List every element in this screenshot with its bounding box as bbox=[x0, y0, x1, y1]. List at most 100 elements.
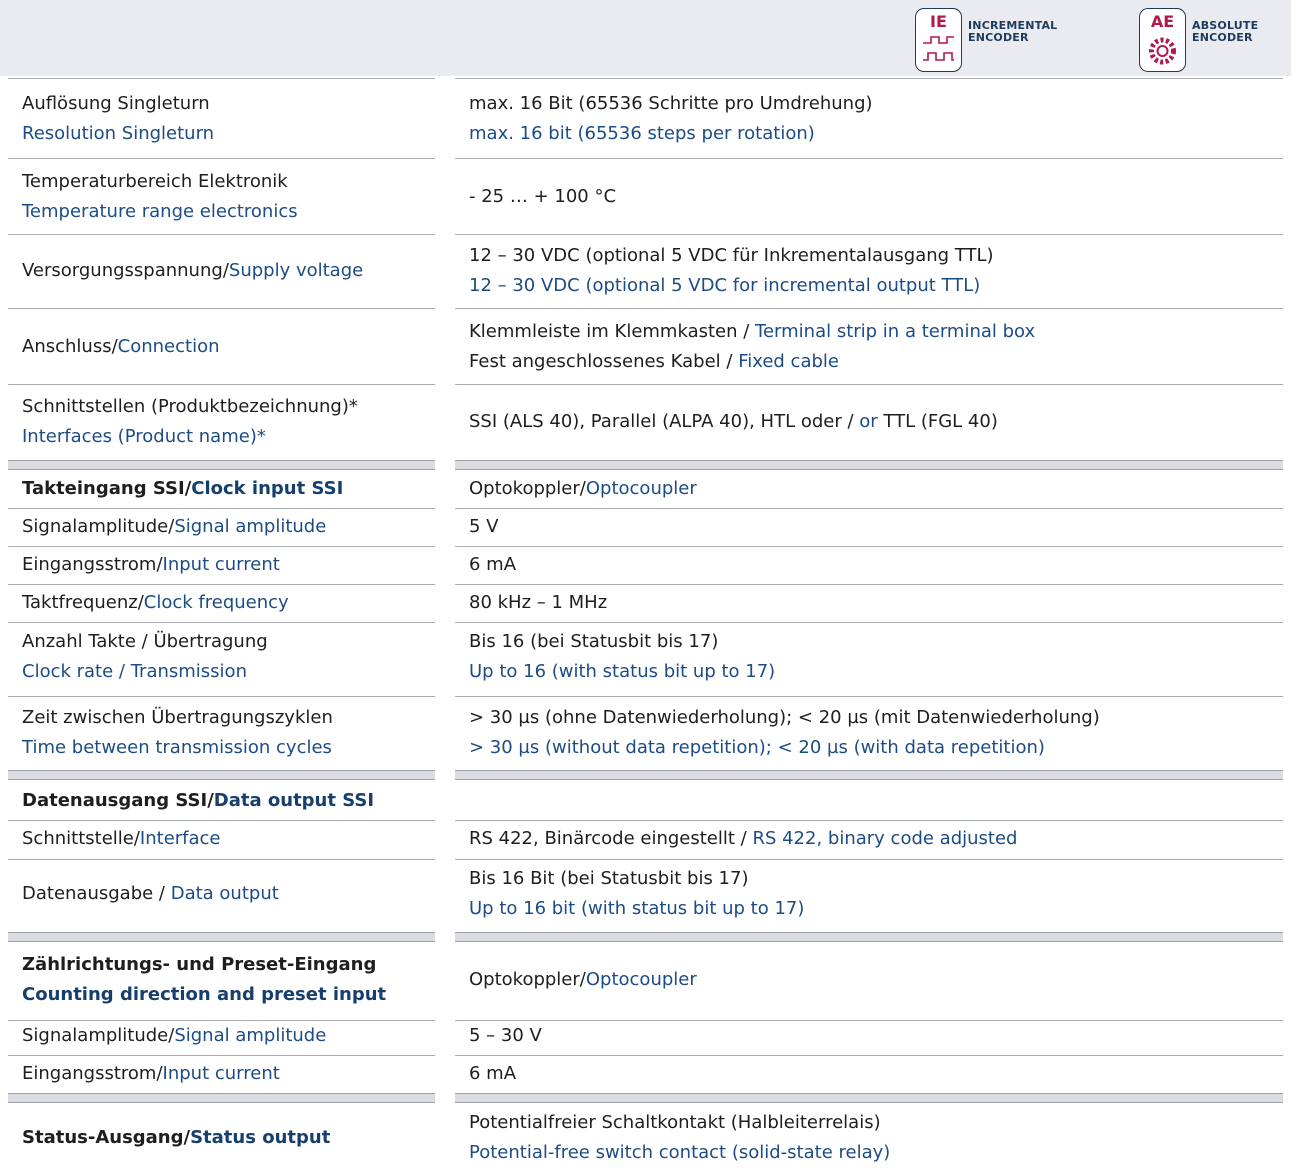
row-label-de: Eingangsstrom bbox=[22, 554, 157, 575]
row-label-en: Supply voltage bbox=[228, 260, 364, 281]
section-divider bbox=[455, 770, 1283, 780]
row-label-de: Signalamplitude bbox=[22, 516, 169, 537]
row-value-en: Optocoupler bbox=[585, 478, 697, 499]
divider bbox=[8, 158, 435, 159]
square-wave-icon bbox=[922, 36, 955, 66]
divider bbox=[8, 1055, 435, 1056]
divider bbox=[8, 622, 435, 623]
divider bbox=[455, 859, 1283, 860]
divider bbox=[455, 234, 1283, 235]
row-label-en: Input current bbox=[162, 554, 280, 575]
row-value: 6 mA bbox=[469, 1063, 517, 1084]
table-header: IE INCREMENTAL ENCODER AE ABSOLUTE ENCOD… bbox=[0, 0, 1291, 76]
table-row: Eingangsstrom/Input current 6 mA bbox=[0, 549, 1291, 581]
row-value-en: Fixed cable bbox=[738, 351, 839, 372]
divider bbox=[455, 384, 1283, 385]
divider bbox=[455, 820, 1283, 821]
row-label-de: Auflösung Singleturn bbox=[22, 93, 210, 114]
badge-code: IE bbox=[930, 12, 947, 31]
row-label-de: Anschluss bbox=[22, 336, 112, 357]
row-value: 6 mA bbox=[469, 554, 517, 575]
row-label-en: Signal amplitude bbox=[174, 1025, 327, 1046]
row-value-de: > 30 µs (ohne Datenwiederholung); < 20 µ… bbox=[469, 707, 1100, 728]
table-row: Anschluss/Connection Klemmleiste im Klem… bbox=[22, 321, 1036, 372]
table-row: Takteingang SSI/Clock input SSI Optokopp… bbox=[22, 478, 697, 499]
table-row: Signalamplitude/Signal amplitude 5 – 30 … bbox=[0, 1020, 1291, 1052]
row-value-en: Potential-free switch contact (solid-sta… bbox=[469, 1142, 891, 1163]
row-label-en: Interface bbox=[139, 828, 221, 849]
row-value-de: Klemmleiste im Klemmkasten bbox=[469, 321, 738, 342]
row-value: - 25 … + 100 °C bbox=[469, 186, 617, 207]
row-value-de: Potentialfreier Schaltkontakt (Halbleite… bbox=[469, 1112, 881, 1133]
divider bbox=[455, 308, 1283, 309]
row-label-en: Resolution Singleturn bbox=[22, 123, 215, 144]
divider bbox=[455, 78, 1283, 79]
row-label-de: Eingangsstrom bbox=[22, 1063, 157, 1084]
row-label-en: Signal amplitude bbox=[174, 516, 327, 537]
table-row: Versorgungsspannung/Supply voltage 12 – … bbox=[0, 240, 1291, 302]
divider bbox=[8, 546, 435, 547]
row-value: 80 kHz – 1 MHz bbox=[469, 592, 608, 613]
table-row: Taktfrequenz/Clock frequency 80 kHz – 1 … bbox=[0, 587, 1291, 619]
row-label-de: Versorgungsspannung bbox=[22, 260, 223, 281]
badge-code: AE bbox=[1150, 12, 1175, 31]
divider bbox=[455, 1055, 1283, 1056]
row-value-de: Fest angeschlossenes Kabel bbox=[469, 351, 721, 372]
row-value-en: Up to 16 bit (with status bit up to 17) bbox=[469, 898, 805, 919]
divider bbox=[455, 546, 1283, 547]
section-divider bbox=[8, 770, 435, 780]
section-title-de: Status-Ausgang bbox=[22, 1127, 184, 1148]
row-value-en: Terminal strip in a terminal box bbox=[755, 321, 1036, 342]
row-label-en: Interfaces (Product name)* bbox=[22, 426, 266, 447]
row-label-de: Zeit zwischen Übertragungszyklen bbox=[22, 707, 333, 728]
row-label-en: Data output bbox=[170, 883, 279, 904]
divider bbox=[8, 308, 435, 309]
table-row: Datenausgabe / Data output Bis 16 Bit (b… bbox=[0, 862, 1291, 926]
section-title-en: Counting direction and preset input bbox=[22, 984, 387, 1005]
section-divider bbox=[8, 1093, 435, 1103]
row-value: 5 V bbox=[469, 516, 499, 537]
row-value-de: max. 16 Bit (65536 Schritte pro Umdrehun… bbox=[469, 93, 873, 114]
table-row: Eingangsstrom/Input current 6 mA bbox=[0, 1058, 1291, 1090]
table-row: Anzahl Takte / Übertragung Clock rate / … bbox=[0, 626, 1291, 688]
divider bbox=[8, 78, 435, 79]
section-title-en: Data output SSI bbox=[213, 790, 375, 811]
row-value-en: Optocoupler bbox=[585, 969, 697, 990]
badge-label: INCREMENTAL ENCODER bbox=[968, 19, 1058, 44]
table-row: Auflösung Singleturn Resolution Singletu… bbox=[0, 88, 1291, 150]
row-value-en: or bbox=[859, 411, 878, 432]
row-label-en: Input current bbox=[162, 1063, 280, 1084]
section-divider bbox=[455, 460, 1283, 470]
table-row: Datenausgang SSI/Data output SSI bbox=[22, 790, 375, 811]
row-value-de: 12 – 30 VDC (optional 5 VDC für Inkremen… bbox=[469, 245, 994, 266]
divider bbox=[8, 584, 435, 585]
section-title-en: Status output bbox=[190, 1127, 331, 1148]
row-value-en: 12 – 30 VDC (optional 5 VDC for incremen… bbox=[469, 275, 981, 296]
row-label-de: Schnittstelle bbox=[22, 828, 134, 849]
table-row: Schnittstelle/Interface RS 422, Binärcod… bbox=[22, 828, 1018, 849]
row-value-de: TTL (FGL 40) bbox=[883, 411, 998, 432]
row-value-de: Optokoppler bbox=[469, 478, 580, 499]
row-value-en: > 30 µs (without data repetition); < 20 … bbox=[469, 737, 1045, 758]
table-row: Status-Ausgang/Status output Potentialfr… bbox=[0, 1106, 1291, 1170]
section-divider bbox=[455, 932, 1283, 942]
row-value-de: SSI (ALS 40), Parallel (ALPA 40), HTL od… bbox=[469, 411, 842, 432]
section-title-de: Datenausgang SSI bbox=[22, 790, 208, 811]
divider bbox=[8, 820, 435, 821]
row-label-en: Time between transmission cycles bbox=[22, 737, 332, 758]
row-label-de: Datenausgabe bbox=[22, 883, 154, 904]
row-value-de: Bis 16 Bit (bei Statusbit bis 17) bbox=[469, 868, 749, 889]
badge-label: ABSOLUTE ENCODER bbox=[1192, 19, 1259, 44]
row-value: 5 – 30 V bbox=[469, 1025, 542, 1046]
section-divider bbox=[8, 460, 435, 470]
row-label-de: Anzahl Takte / Übertragung bbox=[22, 631, 268, 652]
row-label-de: Signalamplitude bbox=[22, 1025, 169, 1046]
row-value-de: Bis 16 (bei Statusbit bis 17) bbox=[469, 631, 719, 652]
section-divider bbox=[455, 1093, 1283, 1103]
divider bbox=[8, 384, 435, 385]
section-title-de: Zählrichtungs- und Preset-Eingang bbox=[22, 954, 377, 975]
row-value-de: RS 422, Binärcode eingestellt bbox=[469, 828, 735, 849]
row-label-de: Schnittstellen (Produktbezeichnung)* bbox=[22, 396, 358, 417]
divider bbox=[8, 859, 435, 860]
divider bbox=[455, 696, 1283, 697]
